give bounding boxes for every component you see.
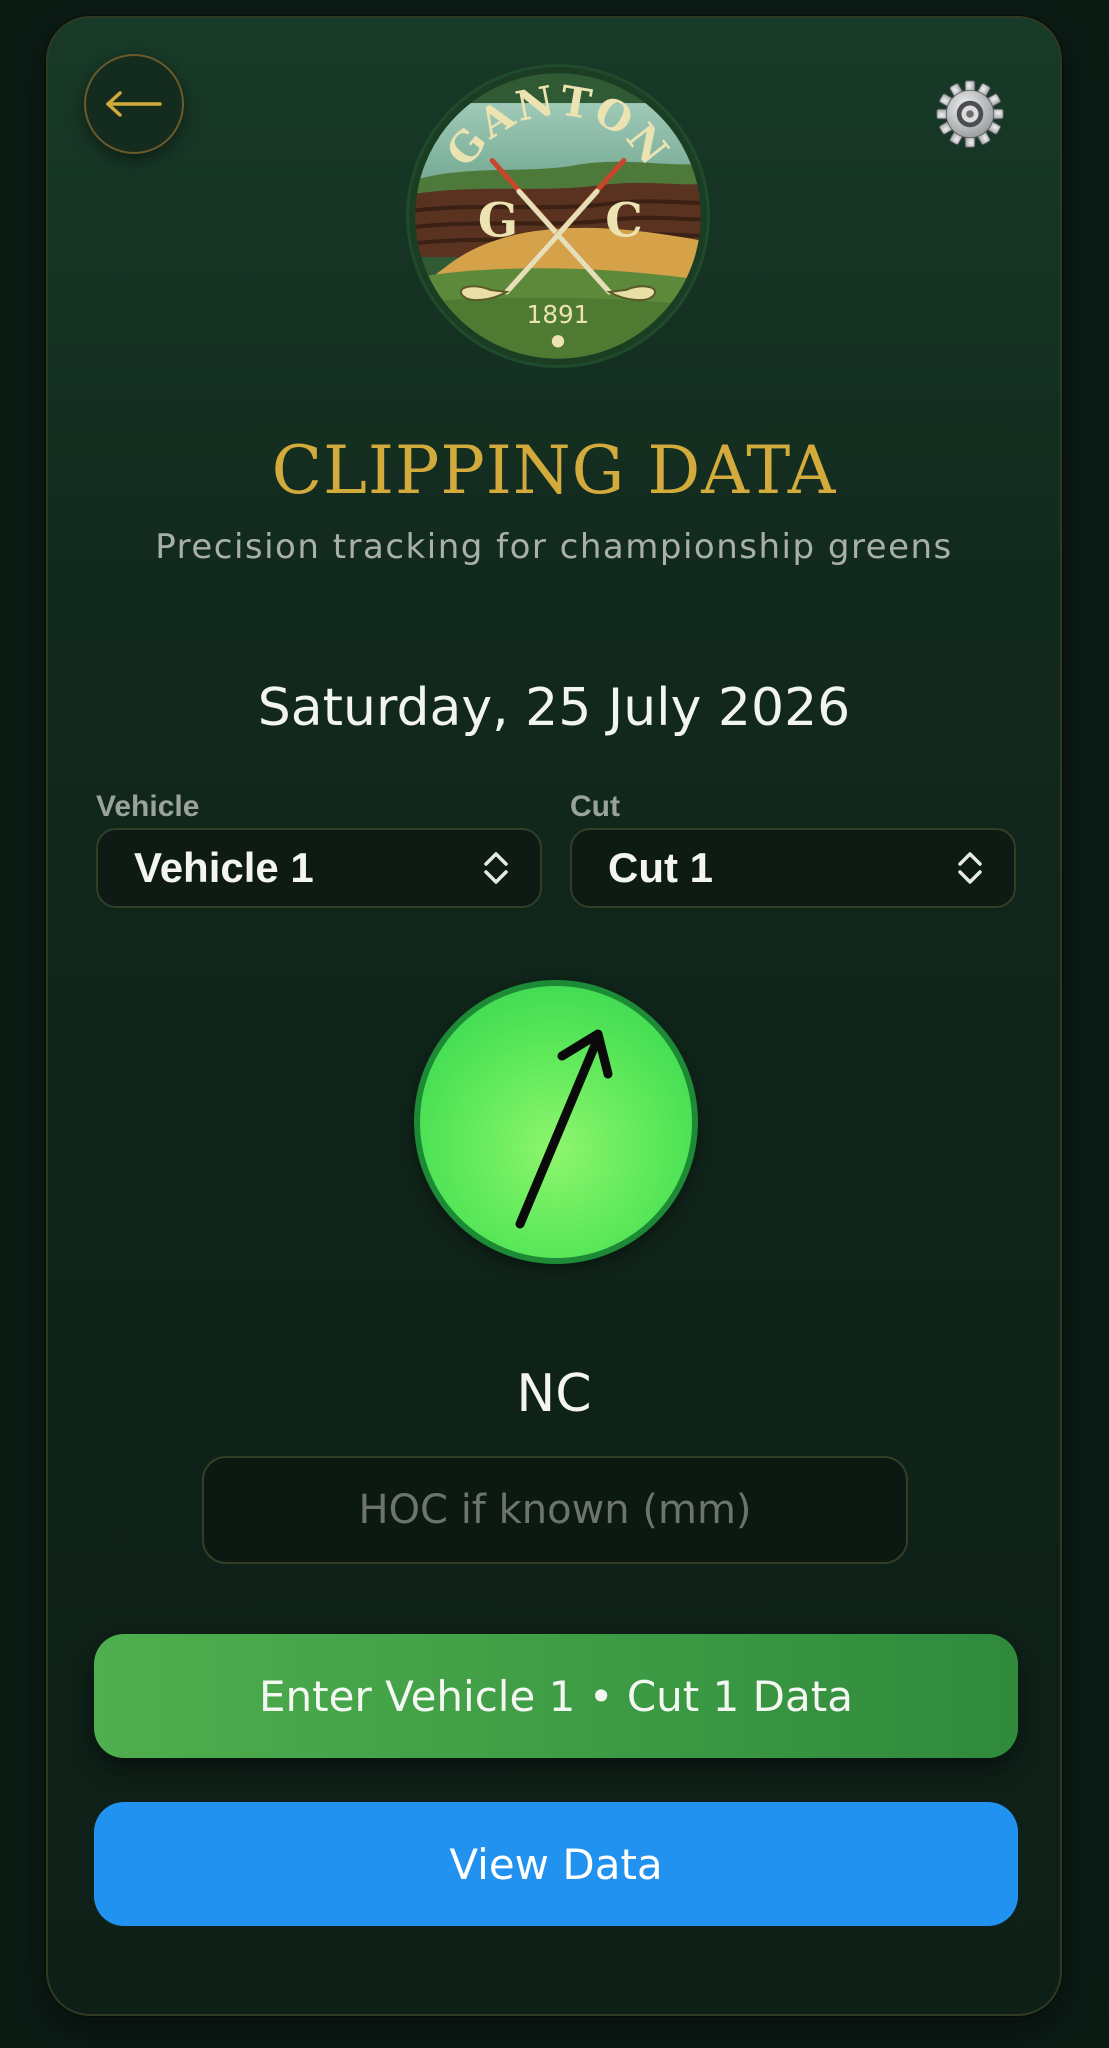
app-card: GANTON G C 1891 CLIPPING DATA Precision … [46,16,1062,2016]
back-button[interactable] [84,54,184,154]
vehicle-select-value: Vehicle 1 [134,844,314,891]
logo-year: 1891 [527,300,590,329]
direction-indicator-button[interactable] [414,980,698,1264]
vehicle-label: Vehicle [96,790,200,823]
chevron-up-down-icon [484,852,508,884]
gear-icon [936,80,1004,148]
settings-button[interactable] [932,76,1008,152]
cut-label: Cut [570,790,620,823]
enter-data-button[interactable]: Enter Vehicle 1 • Cut 1 Data [94,1634,1018,1758]
view-data-button[interactable]: View Data [94,1802,1018,1926]
direction-reading: NC [516,1364,592,1424]
arrow-left-icon [106,91,162,117]
cut-select[interactable]: Cut 1 [570,828,1016,908]
club-logo: GANTON G C 1891 [404,62,712,370]
page-subtitle: Precision tracking for championship gree… [155,527,953,567]
chevron-up-down-icon [958,852,982,884]
date-display: Saturday, 25 July 2026 [257,678,851,738]
arrow-up-right-icon [515,1029,613,1229]
cut-select-value: Cut 1 [608,844,713,891]
logo-letter-left: G [478,194,518,249]
hoc-input[interactable] [202,1456,908,1564]
logo-letter-right: C [605,194,643,249]
page-title: CLIPPING DATA [271,432,837,509]
vehicle-select[interactable]: Vehicle 1 [96,828,542,908]
